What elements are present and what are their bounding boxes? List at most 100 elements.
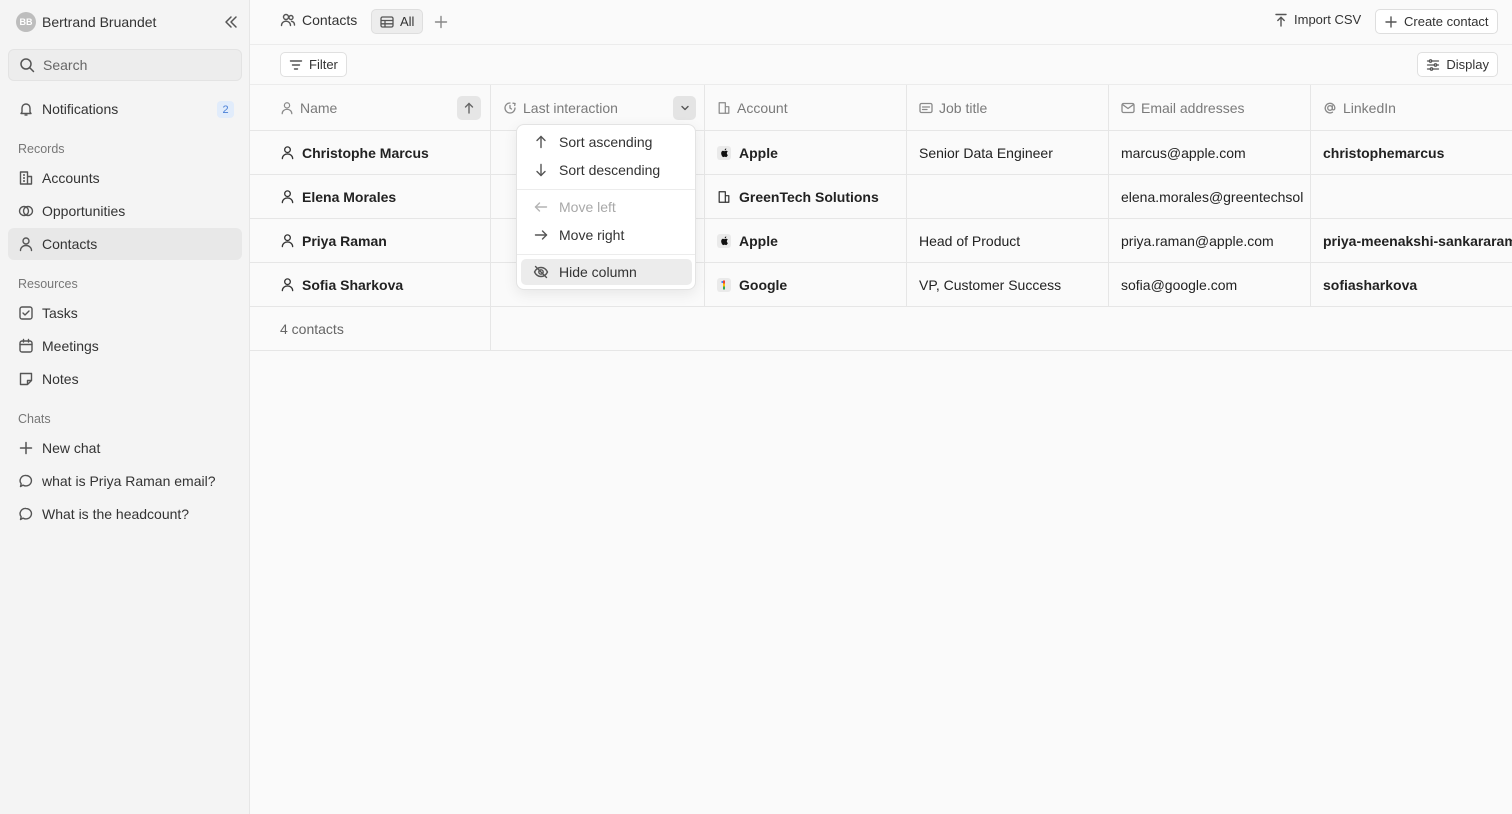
person-icon bbox=[280, 101, 294, 115]
create-contact-button[interactable]: Create contact bbox=[1375, 9, 1498, 34]
menu-item-move-left[interactable]: Move left bbox=[521, 194, 692, 220]
building-icon bbox=[717, 190, 731, 204]
name-cell[interactable]: Elena Morales bbox=[250, 175, 491, 218]
sidebar-item-opportunities[interactable]: Opportunities bbox=[8, 195, 242, 227]
menu-item-label: Hide column bbox=[559, 264, 637, 280]
sidebar-item-notifications[interactable]: Notifications 2 bbox=[8, 93, 242, 125]
sidebar-item-label: Meetings bbox=[42, 338, 99, 354]
person-icon bbox=[280, 277, 296, 292]
view-tab-label: All bbox=[400, 14, 415, 29]
linkedin-cell[interactable] bbox=[1311, 175, 1512, 218]
email-cell[interactable]: sofia@google.com bbox=[1109, 263, 1311, 306]
plus-icon bbox=[1384, 15, 1398, 29]
email-cell[interactable]: marcus@apple.com bbox=[1109, 131, 1311, 174]
mail-icon bbox=[1121, 101, 1135, 115]
person-icon bbox=[280, 233, 296, 248]
table-row[interactable]: Sofia Sharkova Google VP, Customer Succe… bbox=[250, 263, 1512, 307]
sort-ascending-icon[interactable] bbox=[457, 96, 481, 120]
sidebar-item-label: what is Priya Raman email? bbox=[42, 473, 216, 489]
menu-item-label: Sort ascending bbox=[559, 134, 653, 150]
search-input[interactable] bbox=[43, 57, 223, 73]
avatar: BB bbox=[16, 12, 36, 32]
sidebar: BB Bertrand Bruandet Notifications 2 Rec… bbox=[0, 0, 250, 814]
column-header-name[interactable]: Name bbox=[250, 85, 491, 130]
sidebar-item-notes[interactable]: Notes bbox=[8, 363, 242, 395]
name-cell[interactable]: Christophe Marcus bbox=[250, 131, 491, 174]
job-title-cell[interactable]: Head of Product bbox=[907, 219, 1109, 262]
menu-item-sort-descending[interactable]: Sort descending bbox=[521, 157, 692, 183]
sidebar-item-label: Contacts bbox=[42, 236, 98, 252]
linkedin-cell[interactable]: priya-meenakshi-sankararam bbox=[1311, 219, 1512, 262]
sidebar-item-contacts[interactable]: Contacts bbox=[8, 228, 242, 260]
account-cell[interactable]: Apple bbox=[705, 219, 907, 262]
sidebar-item-accounts[interactable]: Accounts bbox=[8, 162, 242, 194]
email-cell[interactable]: priya.raman@apple.com bbox=[1109, 219, 1311, 262]
import-csv-button[interactable]: Import CSV bbox=[1274, 12, 1361, 27]
linkedin-cell[interactable]: christophemarcus bbox=[1311, 131, 1512, 174]
menu-item-sort-ascending[interactable]: Sort ascending bbox=[521, 129, 692, 155]
account-cell[interactable]: GreenTech Solutions bbox=[705, 175, 907, 218]
column-header-email[interactable]: Email addresses bbox=[1109, 85, 1311, 130]
job-title-cell[interactable] bbox=[907, 175, 1109, 218]
id-card-icon bbox=[919, 101, 933, 115]
name-cell[interactable]: Sofia Sharkova bbox=[250, 263, 491, 306]
person-icon bbox=[18, 236, 34, 252]
sidebar-item-label: Opportunities bbox=[42, 203, 126, 219]
account-cell[interactable]: Apple bbox=[705, 131, 907, 174]
column-header-label: Account bbox=[737, 99, 788, 116]
sidebar-item-label: Accounts bbox=[42, 170, 100, 186]
add-view-icon[interactable] bbox=[433, 14, 449, 30]
arrow-down-icon bbox=[533, 162, 549, 178]
table-row[interactable]: Elena Morales GreenTech Solutions elena.… bbox=[250, 175, 1512, 219]
linkedin-cell[interactable]: sofiasharkova bbox=[1311, 263, 1512, 306]
menu-divider bbox=[517, 254, 695, 255]
contact-name: Sofia Sharkova bbox=[302, 276, 404, 293]
view-tab-all[interactable]: All bbox=[371, 9, 424, 34]
column-header-account[interactable]: Account bbox=[705, 85, 907, 130]
user-name: Bertrand Bruandet bbox=[42, 14, 157, 30]
account-name: GreenTech Solutions bbox=[739, 188, 879, 205]
table-row[interactable]: Christophe Marcus Apple Senior Data Engi… bbox=[250, 131, 1512, 175]
search-icon bbox=[19, 57, 35, 73]
workspace-user[interactable]: BB Bertrand Bruandet bbox=[16, 11, 242, 33]
sidebar-item-chat[interactable]: what is Priya Raman email? bbox=[8, 465, 242, 497]
resources-heading: Resources bbox=[18, 277, 78, 291]
sidebar-item-chat[interactable]: What is the headcount? bbox=[8, 498, 242, 530]
filter-button[interactable]: Filter bbox=[280, 52, 347, 77]
table-row[interactable]: Priya Raman Apple Head of Product priya.… bbox=[250, 219, 1512, 263]
contact-name: Elena Morales bbox=[302, 188, 397, 205]
name-cell[interactable]: Priya Raman bbox=[250, 219, 491, 262]
table-footer: 4 contacts bbox=[250, 307, 1512, 351]
bell-icon bbox=[18, 101, 34, 117]
job-title-cell[interactable]: VP, Customer Success bbox=[907, 263, 1109, 306]
chat-bubble-icon bbox=[18, 473, 34, 489]
email-cell[interactable]: elena.morales@greentechsol bbox=[1109, 175, 1311, 218]
sidebar-item-meetings[interactable]: Meetings bbox=[8, 330, 242, 362]
upload-icon bbox=[1274, 13, 1288, 27]
account-cell[interactable]: Google bbox=[705, 263, 907, 306]
sidebar-item-label: Notifications bbox=[42, 101, 119, 117]
column-header-job-title[interactable]: Job title bbox=[907, 85, 1109, 130]
search-box[interactable] bbox=[8, 49, 242, 81]
create-contact-label: Create contact bbox=[1404, 14, 1489, 29]
contacts-table: Name Last interaction Account Job title … bbox=[250, 85, 1512, 351]
menu-item-hide-column[interactable]: Hide column bbox=[521, 259, 692, 285]
sidebar-item-label: New chat bbox=[42, 440, 101, 456]
eye-off-icon bbox=[533, 264, 549, 280]
column-header-label: Name bbox=[300, 99, 338, 116]
collapse-sidebar-icon[interactable] bbox=[222, 13, 240, 31]
menu-item-move-right[interactable]: Move right bbox=[521, 222, 692, 248]
column-header-linkedin[interactable]: LinkedIn bbox=[1311, 85, 1512, 130]
job-title-cell[interactable]: Senior Data Engineer bbox=[907, 131, 1109, 174]
column-options-menu: Sort ascending Sort descending Move left… bbox=[516, 124, 696, 290]
sidebar-item-tasks[interactable]: Tasks bbox=[8, 297, 242, 329]
menu-item-label: Move right bbox=[559, 227, 625, 243]
contact-name: Christophe Marcus bbox=[302, 144, 429, 161]
page-title-label: Contacts bbox=[302, 12, 358, 28]
sidebar-item-label: Notes bbox=[42, 371, 79, 387]
footer-spacer bbox=[491, 307, 1512, 350]
display-button[interactable]: Display bbox=[1417, 52, 1498, 77]
chevron-down-icon[interactable] bbox=[673, 96, 696, 120]
notification-count-badge: 2 bbox=[217, 101, 234, 118]
sidebar-item-new-chat[interactable]: New chat bbox=[8, 432, 242, 464]
